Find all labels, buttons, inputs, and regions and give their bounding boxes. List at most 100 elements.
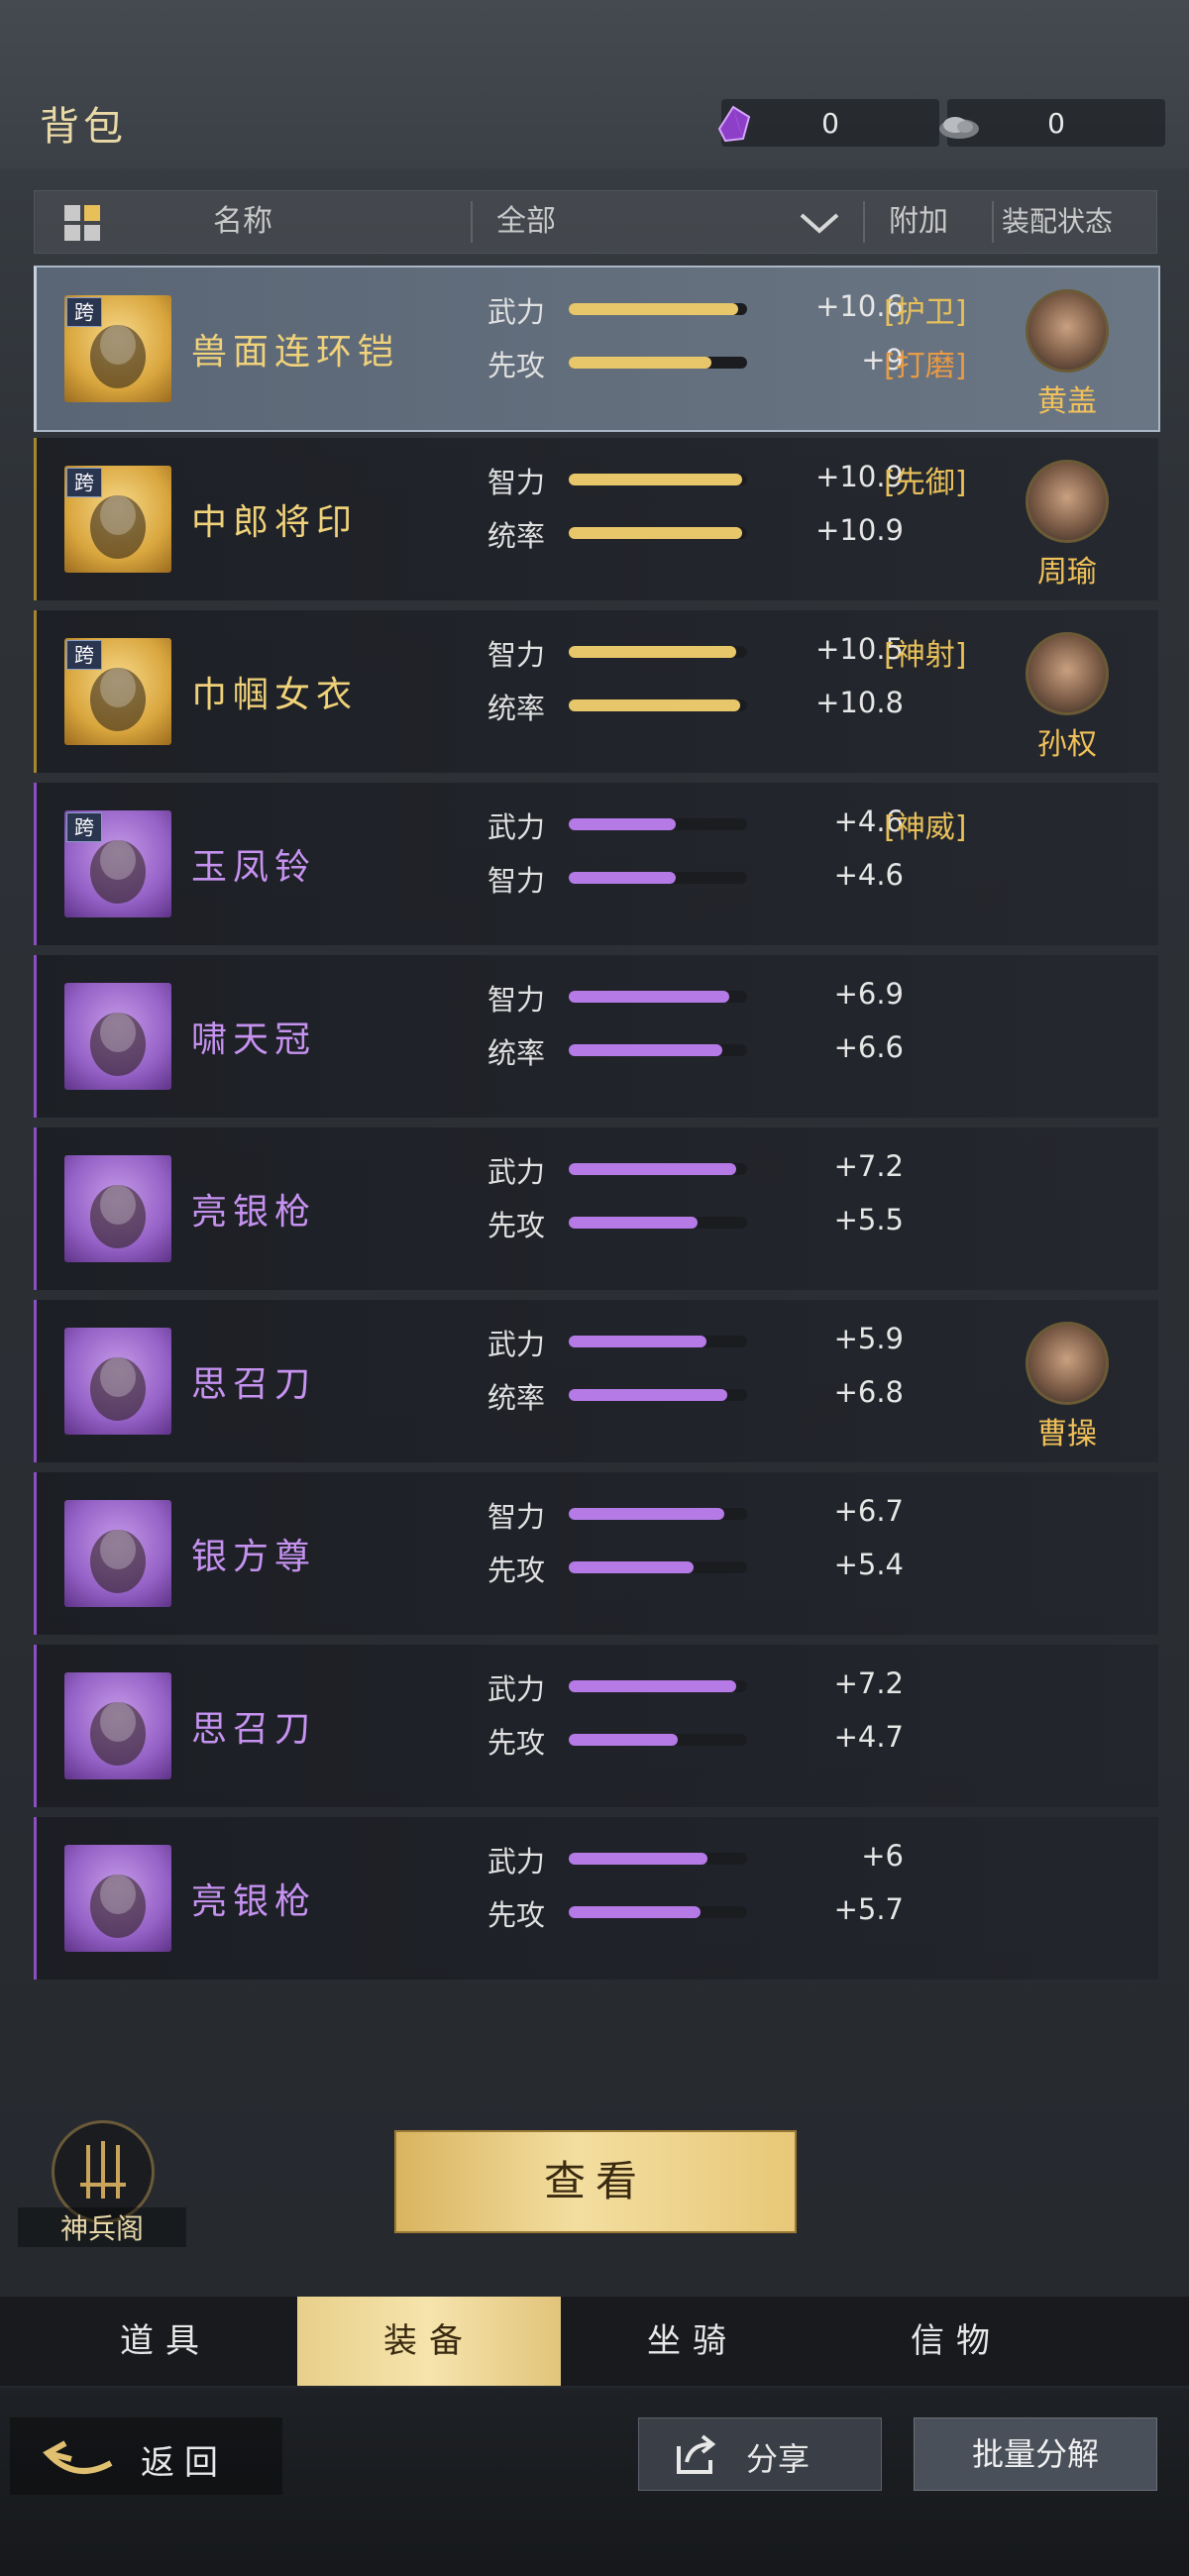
- back-button[interactable]: 返回: [10, 2417, 282, 2495]
- sort-by-name[interactable]: 名称: [213, 191, 272, 253]
- stat-value: +6.6: [833, 1030, 904, 1064]
- stat-value: +10.8: [815, 686, 904, 719]
- tab-items[interactable]: 道具: [34, 2297, 297, 2386]
- stat-line: 统率 +6.6: [487, 1030, 904, 1070]
- armory-label: 神兵阁: [18, 2207, 186, 2247]
- equipped-hero[interactable]: 孙权: [1018, 632, 1117, 763]
- stat-line: 武力 +6: [487, 1839, 904, 1878]
- cross-server-badge: 跨: [66, 812, 102, 842]
- stat-bar: [569, 1389, 747, 1401]
- stat-bar-fill: [569, 991, 729, 1003]
- stat-value: +5.9: [833, 1322, 904, 1355]
- stat-line: 武力 +5.9: [487, 1322, 904, 1361]
- equipped-hero[interactable]: 黄盖: [1018, 289, 1117, 420]
- stat-value: +6: [861, 1839, 904, 1873]
- equipment-row[interactable]: 思召刀 武力 +7.2 先攻 +4.7: [34, 1645, 1158, 1807]
- hero-avatar: [1026, 289, 1109, 373]
- equipment-row[interactable]: 亮银枪 武力 +7.2 先攻 +5.5: [34, 1127, 1158, 1290]
- attribute-tag: [神射]: [884, 638, 967, 673]
- stat-label: 智力: [487, 1500, 546, 1534]
- stat-bar-fill: [569, 1561, 694, 1573]
- equipment-row[interactable]: 跨巾帼女衣 智力 +10.5 统率 +10.8 [神射] 孙权: [34, 610, 1158, 773]
- hero-avatar: [1026, 1322, 1109, 1405]
- stat-bar: [569, 818, 747, 830]
- equipment-row[interactable]: 跨兽面连环铠 武力 +10.6 先攻 +9 [护卫] [打磨] 黄盖: [34, 266, 1160, 432]
- equipment-name: 亮银枪: [191, 1192, 317, 1233]
- stat-bar-fill: [569, 872, 676, 884]
- stat-line: 统率 +10.8: [487, 686, 904, 725]
- tab-mounts[interactable]: 坐骑: [561, 2297, 824, 2386]
- divider: [992, 201, 994, 243]
- stat-bar: [569, 646, 747, 658]
- stat-bar-fill: [569, 1217, 698, 1229]
- stat-value: +7.2: [833, 1666, 904, 1700]
- stat-label: 武力: [487, 1155, 546, 1189]
- equipment-thumbnail-icon: 跨: [64, 295, 171, 402]
- stat-bar-fill: [569, 1389, 727, 1401]
- stat-line: 智力 +6.9: [487, 977, 904, 1017]
- stat-bar: [569, 1336, 747, 1347]
- stat-value: +6.7: [833, 1494, 904, 1528]
- sort-by-equip-status[interactable]: 装配状态: [1002, 191, 1113, 253]
- stat-value: +4.6: [833, 858, 904, 892]
- category-dropdown-value[interactable]: 全部: [496, 191, 556, 253]
- stat-bar: [569, 1217, 747, 1229]
- stat-bar: [569, 357, 747, 369]
- currency-purple-crystal[interactable]: 0: [717, 99, 939, 147]
- stat-bar: [569, 1906, 747, 1918]
- equipment-row[interactable]: 跨中郎将印 智力 +10.9 统率 +10.9 [先御] 周瑜: [34, 438, 1158, 600]
- stat-bar: [569, 1561, 747, 1573]
- stat-label: 先攻: [487, 1554, 546, 1587]
- stat-label: 统率: [487, 1036, 546, 1070]
- tab-equipment[interactable]: 装备: [297, 2297, 561, 2386]
- back-label: 返回: [141, 2443, 228, 2483]
- stat-line: 智力 +4.6: [487, 858, 904, 898]
- armory-button[interactable]: 神兵阁: [18, 2120, 186, 2247]
- stat-line: 统率 +10.9: [487, 513, 904, 553]
- stat-value: +5.5: [833, 1203, 904, 1236]
- equipment-thumbnail-icon: [64, 1500, 171, 1607]
- equipment-row[interactable]: 啸天冠 智力 +6.9 统率 +6.6: [34, 955, 1158, 1118]
- stat-line: 武力 +4.6: [487, 805, 904, 844]
- equipment-row[interactable]: 跨玉凤铃 武力 +4.6 智力 +4.6 [神威]: [34, 783, 1158, 945]
- hero-avatar: [1026, 632, 1109, 715]
- equipment-thumbnail-icon: [64, 1155, 171, 1262]
- equipment-thumbnail-icon: [64, 1845, 171, 1952]
- equipment-name: 玉凤铃: [191, 847, 317, 888]
- stat-line: 武力 +7.2: [487, 1666, 904, 1706]
- chevron-down-icon[interactable]: [798, 209, 841, 237]
- equipment-row[interactable]: 银方尊 智力 +6.7 先攻 +5.4: [34, 1472, 1158, 1635]
- equipment-thumbnail-icon: [64, 1328, 171, 1435]
- filter-bar: 名称 全部 附加 装配状态: [34, 190, 1157, 254]
- hero-avatar: [1026, 460, 1109, 543]
- view-button[interactable]: 查看: [394, 2130, 797, 2233]
- tab-tokens[interactable]: 信物: [824, 2297, 1088, 2386]
- attribute-tag: [先御]: [884, 466, 967, 500]
- stat-line: 先攻 +5.7: [487, 1892, 904, 1932]
- cross-server-badge: 跨: [66, 468, 102, 497]
- equipped-hero[interactable]: 曹操: [1018, 1322, 1117, 1452]
- stat-bar: [569, 1680, 747, 1692]
- currency-value: 0: [821, 107, 839, 140]
- stat-line: 统率 +6.8: [487, 1375, 904, 1415]
- header: 背包 0 0: [0, 0, 1189, 168]
- stat-label: 统率: [487, 1381, 546, 1415]
- category-tabs: 道具 装备 坐骑 信物: [0, 2297, 1189, 2386]
- equipment-name: 思召刀: [191, 1364, 317, 1405]
- stat-bar-fill: [569, 646, 736, 658]
- weapons-rack-icon: [80, 2141, 126, 2199]
- stat-value: +7.2: [833, 1149, 904, 1183]
- share-button[interactable]: 分享: [638, 2417, 882, 2491]
- stat-value: +6.9: [833, 977, 904, 1011]
- equipped-hero[interactable]: 周瑜: [1018, 460, 1117, 590]
- batch-decompose-button[interactable]: 批量分解: [914, 2417, 1157, 2491]
- stat-line: 先攻 +5.4: [487, 1548, 904, 1587]
- stat-bar-fill: [569, 1734, 678, 1746]
- equipment-row[interactable]: 思召刀 武力 +5.9 统率 +6.8 曹操: [34, 1300, 1158, 1462]
- grid-view-icon[interactable]: [62, 203, 102, 243]
- currency-silver-ore[interactable]: 0: [939, 99, 1165, 147]
- sort-by-extra[interactable]: 附加: [889, 191, 948, 253]
- stat-label: 武力: [487, 1672, 546, 1706]
- stat-label: 武力: [487, 1845, 546, 1878]
- equipment-row[interactable]: 亮银枪 武力 +6 先攻 +5.7: [34, 1817, 1158, 1980]
